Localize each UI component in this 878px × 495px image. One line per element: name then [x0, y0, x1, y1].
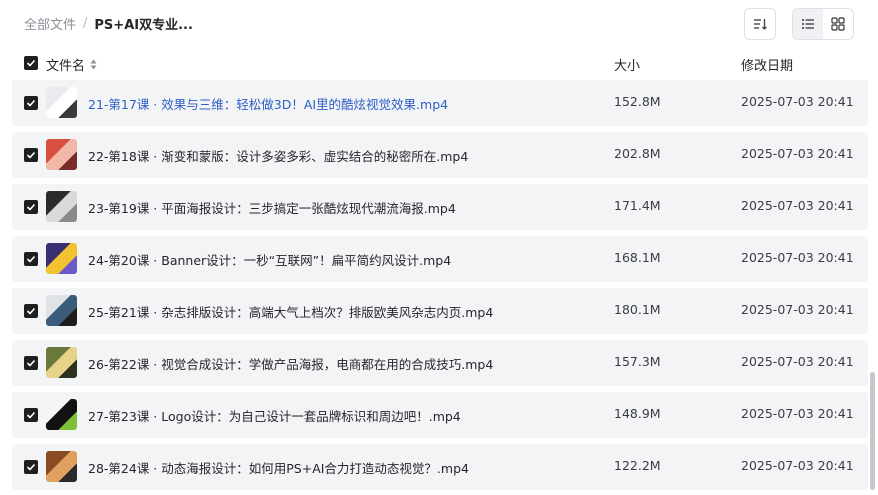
- check-icon: [26, 307, 36, 315]
- video-thumbnail: [46, 243, 77, 274]
- check-icon: [26, 411, 36, 419]
- file-size: 148.9M: [614, 406, 661, 421]
- file-checkbox[interactable]: [24, 304, 38, 318]
- file-name[interactable]: 24-第20课 · Banner设计：一秒“互联网”！扁平简约风设计.mp4: [88, 250, 451, 269]
- file-checkbox[interactable]: [24, 148, 38, 162]
- video-thumbnail: [46, 347, 77, 378]
- file-name[interactable]: 23-第19课 · 平面海报设计：三步搞定一张酷炫现代潮流海报.mp4: [88, 198, 456, 217]
- file-row[interactable]: 28-第24课 · 动态海报设计：如何用PS+AI合力打造动态视觉？.mp4 12…: [12, 444, 868, 490]
- sort-button[interactable]: [744, 8, 776, 40]
- file-modified-date: 2025-07-03 20:41: [741, 146, 854, 161]
- check-icon: [26, 359, 36, 367]
- check-icon: [26, 255, 36, 263]
- vertical-scrollbar[interactable]: [870, 372, 875, 490]
- breadcrumb-root-link[interactable]: 全部文件: [24, 14, 76, 33]
- check-icon: [26, 151, 36, 159]
- file-size: 180.1M: [614, 302, 661, 317]
- grid-view-icon: [831, 17, 845, 31]
- file-name[interactable]: 27-第23课 · Logo设计：为自己设计一套品牌标识和周边吧！.mp4: [88, 406, 461, 425]
- grid-view-button[interactable]: [823, 9, 853, 39]
- breadcrumb-separator: /: [83, 16, 88, 31]
- file-modified-date: 2025-07-03 20:41: [741, 354, 854, 369]
- file-size: 202.8M: [614, 146, 661, 161]
- file-size: 168.1M: [614, 250, 661, 265]
- video-thumbnail: [46, 87, 77, 118]
- file-row[interactable]: 23-第19课 · 平面海报设计：三步搞定一张酷炫现代潮流海报.mp4 171.4…: [12, 184, 868, 230]
- file-checkbox[interactable]: [24, 460, 38, 474]
- file-row[interactable]: 22-第18课 · 渐变和蒙版：设计多姿多彩、虚实结合的秘密所在.mp4 202.…: [12, 132, 868, 178]
- date-column-header[interactable]: 修改日期: [741, 55, 793, 74]
- top-bar: 全部文件 / PS+AI双专业...: [0, 0, 878, 48]
- file-size: 171.4M: [614, 198, 661, 213]
- file-name[interactable]: 26-第22课 · 视觉合成设计：学做产品海报，电商都在用的合成技巧.mp4: [88, 354, 493, 373]
- file-row[interactable]: 25-第21课 · 杂志排版设计：高端大气上档次？排版欧美风杂志内页.mp4 18…: [12, 288, 868, 334]
- video-thumbnail: [46, 451, 77, 482]
- check-icon: [26, 59, 36, 67]
- breadcrumb: 全部文件 / PS+AI双专业...: [24, 14, 193, 33]
- check-icon: [26, 203, 36, 211]
- size-column-header[interactable]: 大小: [614, 55, 640, 74]
- file-checkbox[interactable]: [24, 356, 38, 370]
- file-modified-date: 2025-07-03 20:41: [741, 302, 854, 317]
- file-checkbox[interactable]: [24, 408, 38, 422]
- file-size: 157.3M: [614, 354, 661, 369]
- file-row[interactable]: 27-第23课 · Logo设计：为自己设计一套品牌标识和周边吧！.mp4 148…: [12, 392, 868, 438]
- file-name[interactable]: 22-第18课 · 渐变和蒙版：设计多姿多彩、虚实结合的秘密所在.mp4: [88, 146, 468, 165]
- select-all-checkbox[interactable]: [24, 56, 38, 70]
- file-modified-date: 2025-07-03 20:41: [741, 250, 854, 265]
- file-modified-date: 2025-07-03 20:41: [741, 458, 854, 473]
- file-modified-date: 2025-07-03 20:41: [741, 406, 854, 421]
- name-column-label: 文件名: [46, 59, 86, 74]
- sort-descending-icon: [754, 19, 767, 30]
- breadcrumb-current-folder: PS+AI双专业...: [94, 18, 193, 33]
- file-checkbox[interactable]: [24, 96, 38, 110]
- file-name[interactable]: 21-第17课 · 效果与三维：轻松做3D！AI里的酷炫视觉效果.mp4: [88, 94, 448, 113]
- sort-caret-icon: [90, 59, 97, 70]
- file-name[interactable]: 28-第24课 · 动态海报设计：如何用PS+AI合力打造动态视觉？.mp4: [88, 458, 469, 477]
- file-checkbox[interactable]: [24, 252, 38, 266]
- list-view-icon: [802, 19, 814, 29]
- file-row[interactable]: 21-第17课 · 效果与三维：轻松做3D！AI里的酷炫视觉效果.mp4 152.…: [12, 80, 868, 126]
- video-thumbnail: [46, 399, 77, 430]
- video-thumbnail: [46, 191, 77, 222]
- file-size: 152.8M: [614, 94, 661, 109]
- file-size: 122.2M: [614, 458, 661, 473]
- file-row[interactable]: 24-第20课 · Banner设计：一秒“互联网”！扁平简约风设计.mp4 16…: [12, 236, 868, 282]
- file-modified-date: 2025-07-03 20:41: [741, 94, 854, 109]
- file-checkbox[interactable]: [24, 200, 38, 214]
- video-thumbnail: [46, 295, 77, 326]
- list-view-button[interactable]: [793, 9, 823, 39]
- check-icon: [26, 463, 36, 471]
- name-column-header[interactable]: 文件名: [46, 55, 97, 74]
- view-mode-toggle: [792, 8, 854, 40]
- video-thumbnail: [46, 139, 77, 170]
- check-icon: [26, 99, 36, 107]
- file-list-header: 文件名 大小 修改日期: [0, 52, 878, 76]
- file-row[interactable]: 26-第22课 · 视觉合成设计：学做产品海报，电商都在用的合成技巧.mp4 15…: [12, 340, 868, 386]
- file-modified-date: 2025-07-03 20:41: [741, 198, 854, 213]
- file-name[interactable]: 25-第21课 · 杂志排版设计：高端大气上档次？排版欧美风杂志内页.mp4: [88, 302, 493, 321]
